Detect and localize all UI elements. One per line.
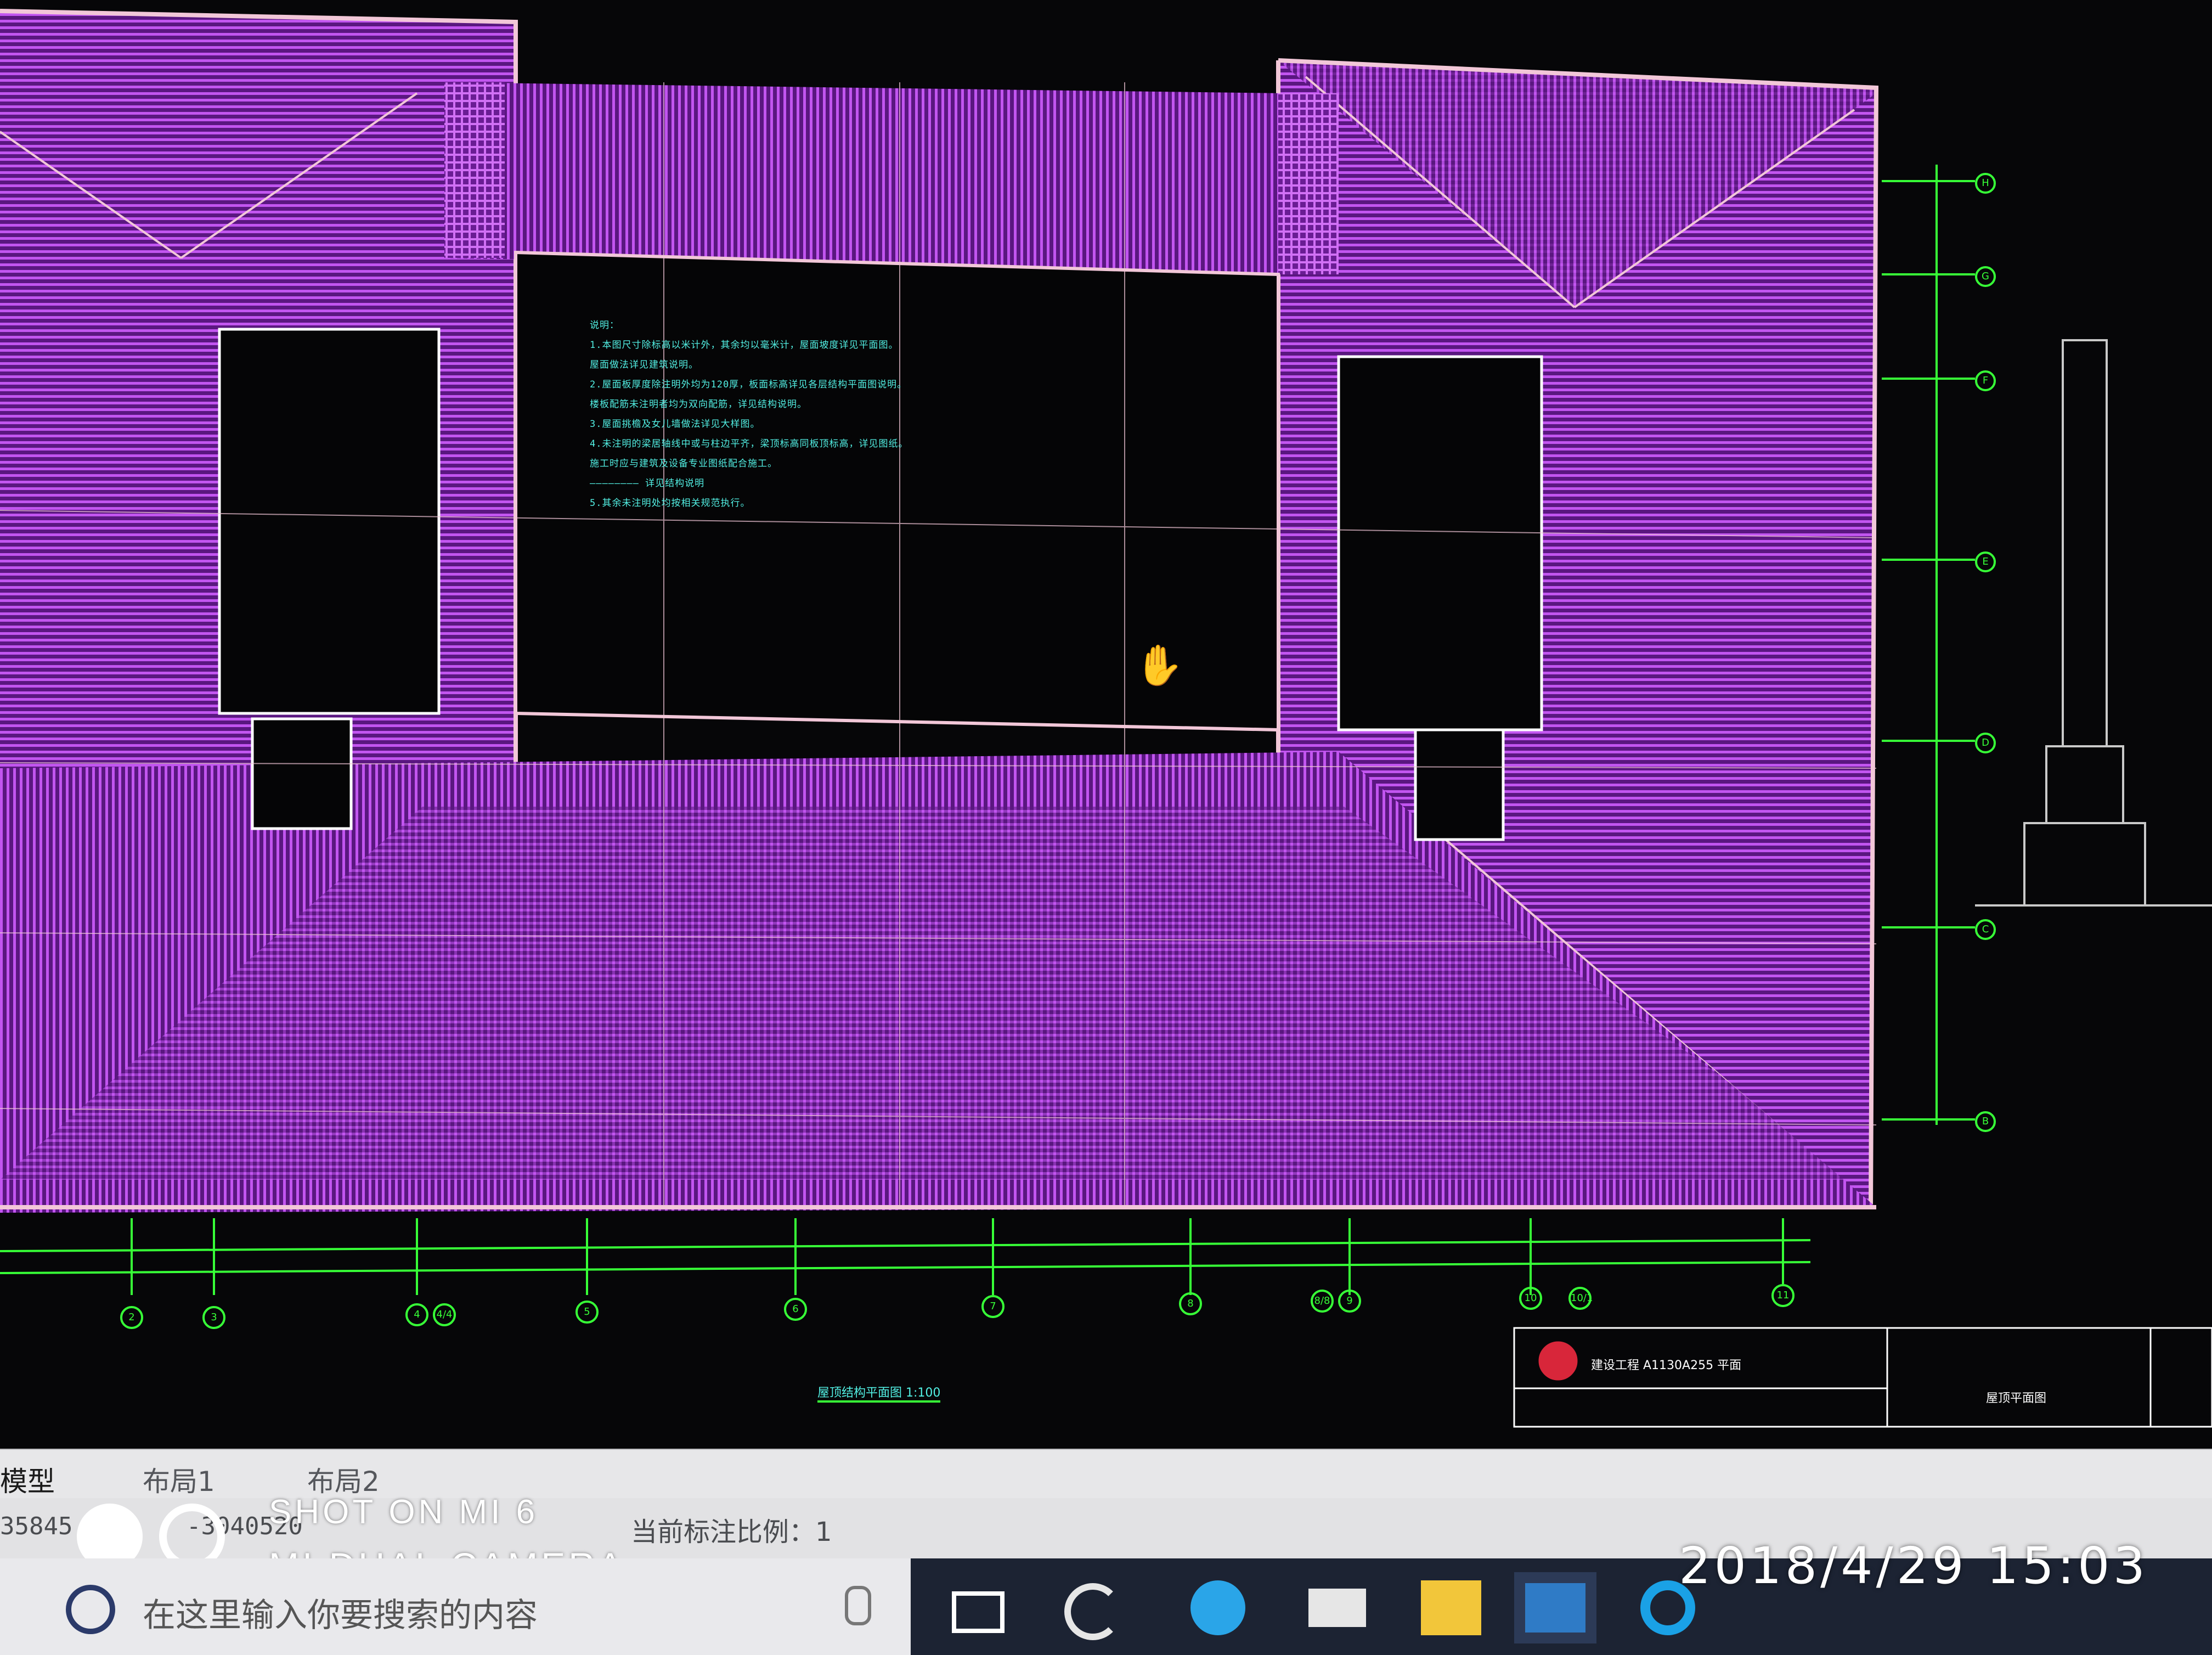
- watermark-line1: SHOT ON MI 6: [269, 1493, 539, 1531]
- row-bubble: G: [1975, 266, 1996, 287]
- drawing-title: 屋顶结构平面图 1:100: [817, 1383, 941, 1403]
- row-bubble: C: [1975, 919, 1996, 940]
- note-line: 1.本图尺寸除标高以米计外，其余均以毫米计，屋面坡度详见平面图。: [590, 340, 899, 351]
- row-bubble: D: [1975, 733, 1996, 753]
- browser-swirl-icon[interactable]: [1048, 1572, 1130, 1643]
- row-bubble: F: [1975, 370, 1996, 391]
- title-block-text: 建设工程 A1130A255 平面: [1591, 1359, 1742, 1372]
- note-line: 说明：: [590, 320, 619, 331]
- row-bubble: E: [1975, 551, 1996, 572]
- title-block-right-text: 屋顶平面图: [1986, 1392, 2047, 1405]
- cad-drawing-viewport[interactable]: 2 3 4 4/4 5 6 7 8 8/8 9 10 10/1 11 H G F E D C B 说明： 1.本图尺寸…: [0, 0, 2212, 1449]
- note-line: ———————— 详见结构说明: [590, 478, 705, 489]
- foundation-detail: [1975, 339, 2212, 907]
- right-axis: [1882, 165, 1975, 1125]
- bottom-dimension-axis: [0, 1218, 1811, 1295]
- axis-bubble: 4/4: [433, 1303, 456, 1326]
- note-line: 4.未注明的梁居轴线中或与柱边平齐，梁顶标高同板顶标高，详见图纸。: [590, 438, 909, 449]
- drawing-notes: 说明： 1.本图尺寸除标高以米计外，其余均以毫米计，屋面坡度详见平面图。 屋面做法…: [590, 316, 985, 513]
- sticky-notes-icon[interactable]: [1410, 1572, 1492, 1643]
- axis-bubble: 4: [405, 1303, 428, 1326]
- title-block: [1513, 1327, 2212, 1428]
- axis-bubble: 8: [1179, 1292, 1202, 1315]
- note-line: 屋面做法详见建筑说明。: [590, 359, 698, 370]
- note-line: 施工时应与建筑及设备专业图纸配合施工。: [590, 458, 777, 469]
- tab-model[interactable]: 模型: [0, 1460, 55, 1499]
- ie-icon[interactable]: [1174, 1572, 1256, 1643]
- search-placeholder: 在这里输入你要搜索的内容: [143, 1596, 538, 1635]
- note-line: 3.屋面挑檐及女儿墙做法详见大样图。: [590, 419, 760, 430]
- note-line: 2.屋面板厚度除注明外均为120厚，板面标高详见各层结构平面图说明。: [590, 379, 907, 390]
- mail-icon[interactable]: [1295, 1572, 1377, 1643]
- center-top-strip: [444, 82, 1339, 274]
- axis-bubble: 8/8: [1311, 1290, 1334, 1313]
- axis-bubble: 3: [202, 1306, 225, 1329]
- cad-icon[interactable]: [1514, 1572, 1596, 1643]
- roof-plan-drawing[interactable]: [0, 0, 2212, 1449]
- note-line: 楼板配筋未注明者均为双向配筋，详见结构说明。: [590, 399, 807, 410]
- taskbar-datetime: 2018/4/29 15:03: [1679, 1536, 2149, 1595]
- annotation-scale[interactable]: 当前标注比例：1: [631, 1510, 832, 1549]
- layout-tab-bar: 模型 布局1 布局2: [0, 1449, 2212, 1499]
- microphone-icon[interactable]: [845, 1586, 871, 1625]
- row-bubble: H: [1975, 173, 1996, 194]
- axis-bubble: 11: [1771, 1284, 1795, 1307]
- axis-bubble: 10/1: [1568, 1287, 1593, 1310]
- row-bubble: B: [1975, 1111, 1996, 1132]
- task-view-icon[interactable]: [933, 1572, 1015, 1643]
- taskbar-search[interactable]: 在这里输入你要搜索的内容: [0, 1558, 911, 1655]
- pan-hand-icon: ✋: [1135, 642, 1184, 688]
- tab-layout1[interactable]: 布局1: [143, 1460, 215, 1499]
- note-line: 5.其余未注明处均按相关规范执行。: [590, 498, 751, 509]
- axis-bubble: 7: [981, 1295, 1005, 1318]
- axis-bubble: 10: [1519, 1287, 1542, 1310]
- search-circle-icon: [66, 1585, 115, 1634]
- axis-bubble: 2: [120, 1306, 143, 1329]
- axis-bubble: 9: [1338, 1290, 1361, 1313]
- axis-bubble: 5: [575, 1301, 599, 1324]
- axis-bubble: 6: [784, 1298, 807, 1321]
- coordinate-x: 35845: [0, 1512, 73, 1540]
